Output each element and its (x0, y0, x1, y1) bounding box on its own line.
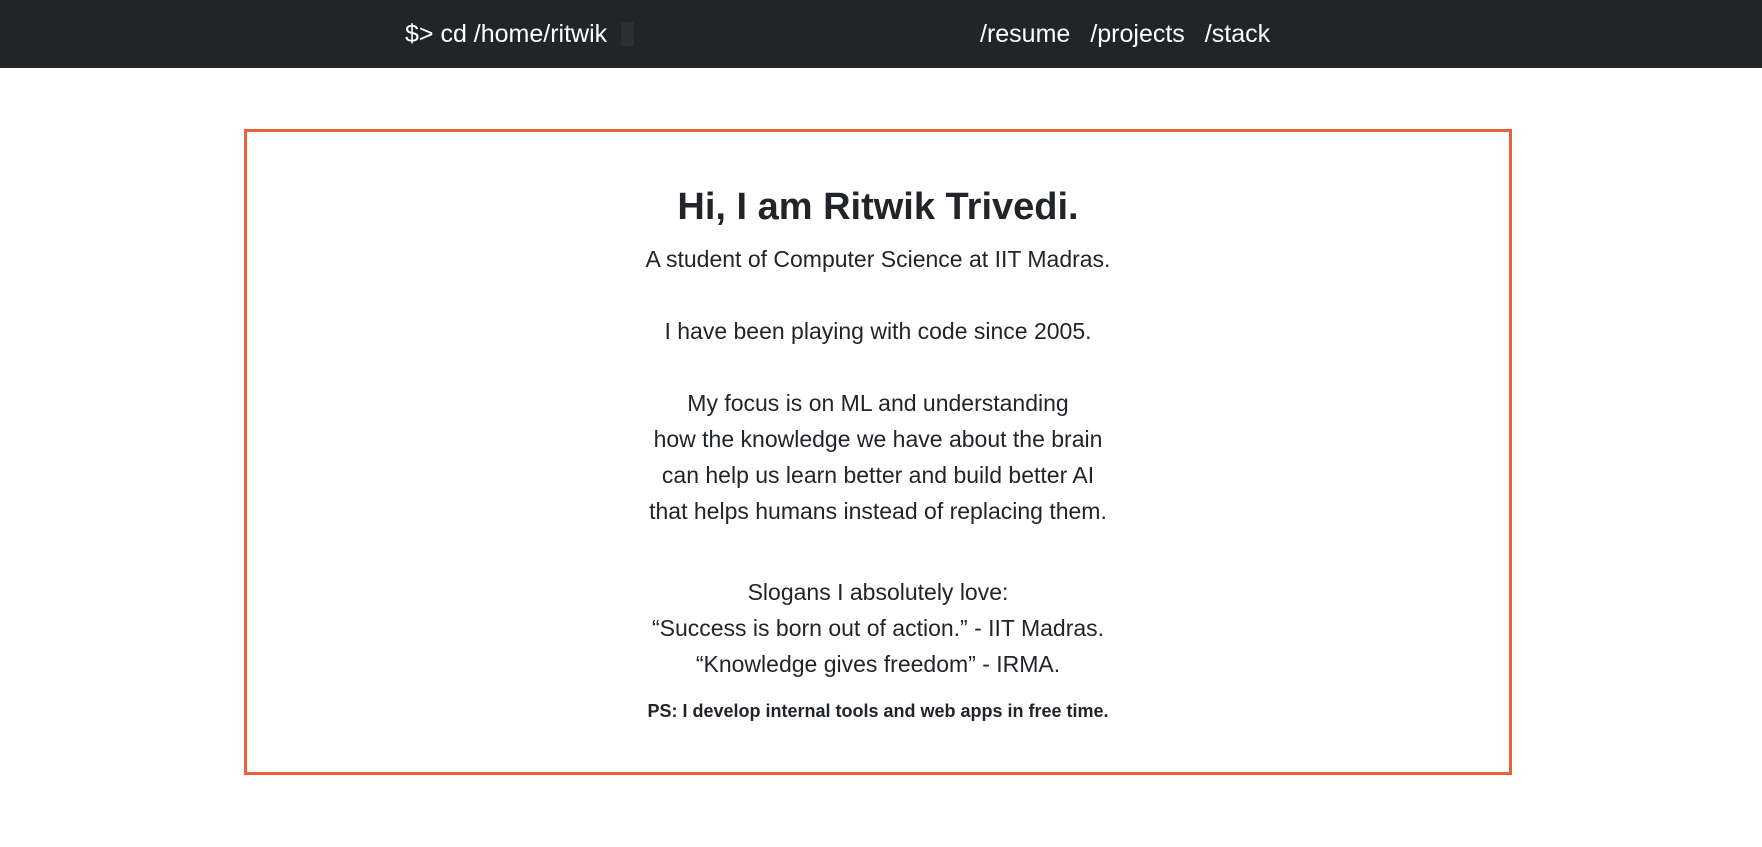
focus-line: My focus is on ML and understanding (687, 390, 1069, 416)
nav-link-projects[interactable]: /projects (1090, 16, 1184, 52)
slogans-section: Slogans I absolutely love: “Success is b… (247, 574, 1509, 682)
brand-text: $> cd /home/ritwik (405, 20, 608, 48)
brand-terminal-prompt[interactable]: $> cd /home/ritwik (405, 16, 635, 52)
top-navbar: $> cd /home/ritwik /resume /projects /st… (0, 0, 1762, 68)
focus-line: that helps humans instead of replacing t… (649, 498, 1107, 524)
intro-card: Hi, I am Ritwik Trivedi. A student of Co… (244, 129, 1512, 775)
blinking-cursor (621, 22, 635, 46)
focus-line: how the knowledge we have about the brai… (653, 426, 1103, 452)
slogan-item: “Success is born out of action.” - IIT M… (651, 615, 1105, 641)
focus-line: can help us learn better and build bette… (661, 462, 1095, 488)
coding-since-text: I have been playing with code since 2005… (664, 318, 1092, 344)
page-title: Hi, I am Ritwik Trivedi. (677, 186, 1079, 228)
student-text: A student of Computer Science at IIT Mad… (645, 246, 1111, 272)
nav-link-resume[interactable]: /resume (980, 16, 1070, 52)
slogans-heading: Slogans I absolutely love: (747, 579, 1009, 605)
nav-link-stack[interactable]: /stack (1205, 16, 1270, 52)
focus-paragraph: My focus is on ML and understanding how … (247, 385, 1509, 529)
nav-links: /resume /projects /stack (980, 16, 1270, 52)
slogan-item: “Knowledge gives freedom” - IRMA. (695, 651, 1061, 677)
ps-note: PS: I develop internal tools and web app… (647, 701, 1109, 721)
